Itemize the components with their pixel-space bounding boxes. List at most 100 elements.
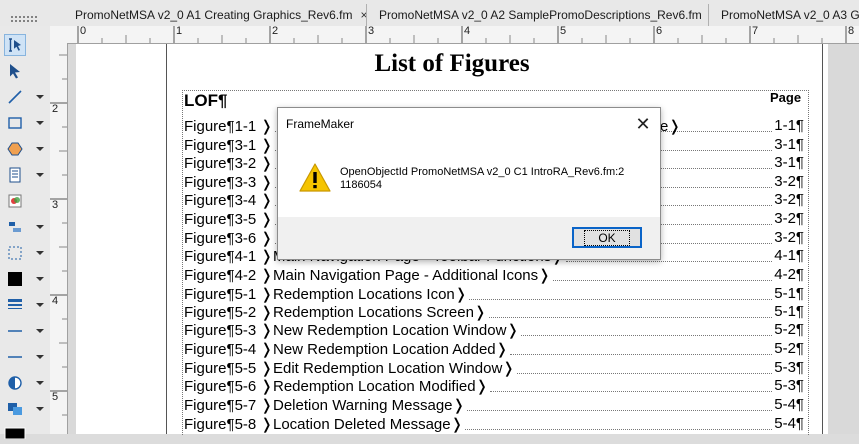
ruler-number: 2 [272,25,279,37]
rectangle-tool-dropdown-icon[interactable] [36,121,44,125]
overprint-dropdown-icon[interactable] [36,407,44,411]
vertical-ruler[interactable]: 2 3 4 5 [50,43,68,434]
ruler-number: 4 [52,295,59,307]
column-guide-left [166,44,167,434]
lof-entry[interactable]: Figure¶5-4 ❭New Redemption Location Adde… [184,339,804,358]
lof-entry[interactable]: Figure¶5-7 ❭Deletion Warning Message❭ 5-4… [184,395,804,414]
line-style-icon[interactable] [4,320,26,342]
horizontal-ruler[interactable]: 0 1 2 3 4 5 6 7 8 [50,25,859,44]
ruler-number: 1 [176,25,183,37]
polygon-tool-dropdown-icon[interactable] [36,147,44,151]
entry-label: Figure¶3-4 ❭ [184,191,273,209]
lof-heading: LOF¶ [184,91,228,110]
tab-label: PromoNetMSA v2_0 A2 SamplePromoDescripti… [379,8,702,22]
line-tool-icon[interactable] [4,86,26,108]
ruler-number: 8 [848,25,855,37]
dialog-message-line: 1186054 [340,179,383,191]
entry-page: 5-2¶ [774,321,804,338]
ruler-number: 4 [464,25,471,37]
entry-label: Figure¶3-5 ❭ [184,210,273,228]
entry-page: 3-1¶ [774,136,804,153]
text-frame-tool-icon[interactable] [4,164,26,186]
entry-label: Figure¶3-6 ❭ [184,229,273,247]
document-tab-bar: PromoNetMSA v2_0 A1 Creating Graphics_Re… [0,0,859,27]
text-select-tool-icon[interactable] [4,34,26,56]
ok-button[interactable]: OK [572,227,642,248]
tint-dropdown-icon[interactable] [36,381,44,385]
entry-label: Figure¶4-2 ❭Main Navigation Page - Addit… [184,266,551,284]
tab-label: PromoNetMSA v2_0 A1 Creating Graphics_Re… [75,8,353,22]
entry-page: 5-3¶ [774,359,804,376]
dialog-close-icon[interactable]: ✕ [632,114,654,134]
dialog-message: OpenObjectId PromoNetMSA v2_0 C1 IntroRA… [340,166,640,192]
lof-entry[interactable]: Figure¶5-3 ❭New Redemption Location Wind… [184,320,804,339]
tab-a3-glossary[interactable]: PromoNetMSA v2_0 A3 Gl [709,4,859,26]
warning-icon [298,162,332,199]
lof-entry[interactable]: Figure¶5-2 ❭Redemption Locations Screen❭… [184,302,804,321]
object-select-tool-icon[interactable] [4,60,26,82]
ruler-number: 7 [752,25,759,37]
entry-page: 1-1¶ [774,117,804,134]
entry-page: 4-2¶ [774,266,804,283]
entry-label: Figure¶5-7 ❭Deletion Warning Message❭ [184,396,466,414]
tint-icon[interactable] [4,372,26,394]
lof-entry[interactable]: Figure¶4-2 ❭Main Navigation Page - Addit… [184,265,804,284]
fill-color-icon[interactable] [4,268,26,290]
ruler-number: 2 [52,103,59,115]
polygon-tool-icon[interactable] [4,138,26,160]
line-style-dropdown-icon[interactable] [36,329,44,333]
line-width-icon[interactable] [4,294,26,316]
entry-label: Figure¶5-4 ❭New Redemption Location Adde… [184,340,509,358]
pen-color-icon[interactable] [4,422,26,444]
entry-page: 3-2¶ [774,229,804,246]
fill-color-dropdown-icon[interactable] [36,277,44,281]
ruler-number: 5 [560,25,567,37]
tools-palette [0,26,51,439]
column-guide-right [822,44,823,434]
page-column-header: Page [770,90,802,105]
entry-label: Figure¶1-1 ❭ [184,117,273,135]
tab-a1-creating-graphics[interactable]: PromoNetMSA v2_0 A1 Creating Graphics_Re… [63,4,367,26]
entry-page: 5-4¶ [774,415,804,432]
dialog-message-line: OpenObjectId PromoNetMSA v2_0 C1 IntroRA… [340,166,625,178]
ruler-number: 6 [656,25,663,37]
tab-label: PromoNetMSA v2_0 A3 Gl [721,8,859,22]
marquee-dropdown-icon[interactable] [36,251,44,255]
entry-label: Figure¶3-2 ❭ [184,154,273,172]
entry-label: Figure¶5-1 ❭Redemption Locations Icon❭ [184,285,468,303]
graphic-frame-tool-icon[interactable] [4,190,26,212]
obscured-entry-tail: e❭ [660,118,681,135]
gradient-dropdown-icon[interactable] [36,225,44,229]
entry-page: 5-3¶ [774,377,804,394]
entry-page: 5-4¶ [774,396,804,413]
dialog-title: FrameMaker [286,117,355,131]
selection-marquee-icon[interactable] [4,242,26,264]
entry-page: 3-2¶ [774,210,804,227]
tab-a2-sample-promo[interactable]: PromoNetMSA v2_0 A2 SamplePromoDescripti… [367,4,709,26]
entry-label: Figure¶5-5 ❭Edit Redemption Location Win… [184,359,515,377]
dialog-button-bar: OK [278,217,660,259]
line-end-dropdown-icon[interactable] [36,355,44,359]
text-frame-dropdown-icon[interactable] [36,173,44,177]
gradient-tool-icon[interactable] [4,216,26,238]
overprint-icon[interactable] [4,398,26,420]
entry-label: Figure¶5-3 ❭New Redemption Location Wind… [184,321,520,339]
line-width-dropdown-icon[interactable] [36,303,44,307]
entry-page: 5-1¶ [774,285,804,302]
lof-entry[interactable]: Figure¶5-8 ❭Location Deleted Message❭ 5-4… [184,414,804,433]
entry-page: 5-1¶ [774,303,804,320]
line-end-icon[interactable] [4,346,26,368]
entry-label: Figure¶5-6 ❭Redemption Location Modified… [184,377,489,395]
entry-label: Figure¶3-3 ❭ [184,173,273,191]
ok-button-label: OK [584,229,630,246]
line-tool-dropdown-icon[interactable] [36,95,44,99]
ruler-number: 5 [52,391,59,403]
toolbar-grip-icon[interactable] [10,15,38,23]
rectangle-tool-icon[interactable] [4,112,26,134]
ruler-number: 3 [52,199,59,211]
framemaker-alert-dialog: FrameMaker ✕ OpenObjectId PromoNetMSA v2… [277,107,661,260]
lof-entry[interactable]: Figure¶5-1 ❭Redemption Locations Icon❭ 5-… [184,284,804,303]
entry-page: 5-2¶ [774,340,804,357]
lof-entry[interactable]: Figure¶5-5 ❭Edit Redemption Location Win… [184,358,804,377]
lof-entry[interactable]: Figure¶5-6 ❭Redemption Location Modified… [184,376,804,395]
